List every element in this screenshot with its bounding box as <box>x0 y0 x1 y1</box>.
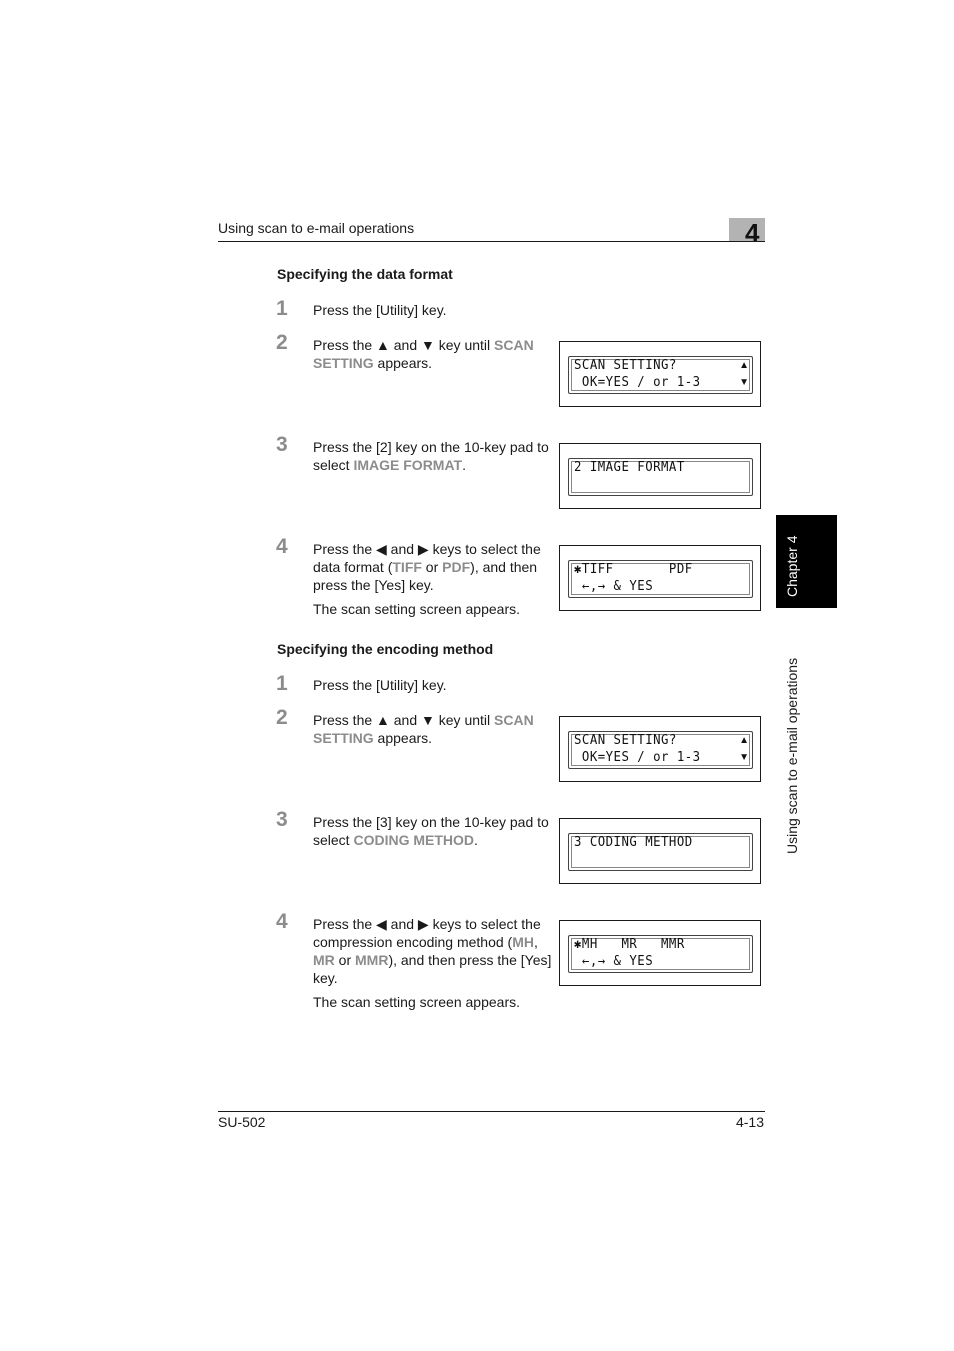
highlight-term: TIFF <box>392 559 422 575</box>
lcd-line-2: ←,→ & YES <box>574 954 654 969</box>
step-text: Press the ◀ and ▶ keys to select the com… <box>313 915 553 987</box>
step-text-part: Press the [Utility] key. <box>313 302 447 318</box>
step-text-part: or <box>421 559 443 575</box>
footer-model: SU-502 <box>218 1114 266 1130</box>
step-text-part: Press the [Utility] key. <box>313 677 447 693</box>
step-number: 1 <box>276 672 288 695</box>
lcd-display: ✱MH MR MMR ←,→ & YES <box>568 935 753 973</box>
step-number: 4 <box>276 910 288 933</box>
lcd-display: SCAN SETTING? OK=YES / or 1-3 ▲ ▼ <box>568 356 753 394</box>
step-text-part: Press the ▲ and ▼ key until <box>313 337 495 353</box>
step-text-part: or <box>334 952 356 968</box>
lcd-line-1: SCAN SETTING? <box>574 358 677 373</box>
step-text-part: . <box>462 457 466 473</box>
lcd-line-1: ✱TIFF PDF <box>574 562 693 577</box>
lcd-panel-tiff-pdf: ✱TIFF PDF ←,→ & YES <box>559 545 761 611</box>
step-result-note: The scan setting screen appears. <box>313 994 521 1010</box>
highlight-term: CODING METHOD <box>353 832 475 848</box>
section-heading-encoding-method: Specifying the encoding method <box>277 641 494 657</box>
section-heading-data-format: Specifying the data format <box>277 266 453 282</box>
lcd-display: 3 CODING METHOD <box>568 833 753 871</box>
step-text-part: appears. <box>373 730 433 746</box>
lcd-panel-coding-method: 3 CODING METHOD <box>559 818 761 884</box>
lcd-line-2: ←,→ & YES <box>574 579 654 594</box>
step-number: 4 <box>276 535 288 558</box>
up-arrow-icon: ▲ <box>739 735 749 746</box>
down-arrow-icon: ▼ <box>739 377 749 388</box>
step-text: Press the [2] key on the 10-key pad to s… <box>313 438 553 474</box>
highlight-term: MH <box>512 934 535 950</box>
step-text: Press the [Utility] key. <box>313 676 553 694</box>
step-text-part: appears. <box>373 355 433 371</box>
step-number: 3 <box>276 433 288 456</box>
side-section-text: Using scan to e-mail operations <box>784 657 800 854</box>
highlight-term: PDF <box>442 559 471 575</box>
lcd-line-1: ✱MH MR MMR <box>574 937 685 952</box>
lcd-panel-scan-setting: SCAN SETTING? OK=YES / or 1-3 ▲ ▼ <box>559 716 761 782</box>
side-chapter-text: Chapter 4 <box>784 535 800 597</box>
lcd-display: ✱TIFF PDF ←,→ & YES <box>568 560 753 598</box>
step-text: Press the [Utility] key. <box>313 301 553 319</box>
step-text-part: Press the ◀ and ▶ keys to select the com… <box>313 916 541 950</box>
step-number: 3 <box>276 808 288 831</box>
chapter-number: 4 <box>745 218 760 248</box>
step-text-part: , <box>534 934 538 950</box>
lcd-panel-image-format: 2 IMAGE FORMAT <box>559 443 761 509</box>
step-text: Press the ▲ and ▼ key until SCAN SETTING… <box>313 711 553 747</box>
step-number: 1 <box>276 297 288 320</box>
step-number: 2 <box>276 706 288 729</box>
step-text-part: . <box>474 832 478 848</box>
up-arrow-icon: ▲ <box>739 360 749 371</box>
lcd-display: SCAN SETTING? OK=YES / or 1-3 ▲ ▼ <box>568 731 753 769</box>
lcd-display: 2 IMAGE FORMAT <box>568 458 753 496</box>
step-text: Press the [3] key on the 10-key pad to s… <box>313 813 553 849</box>
step-text: Press the ▲ and ▼ key until SCAN SETTING… <box>313 336 553 372</box>
running-header-title: Using scan to e-mail operations <box>218 220 415 236</box>
down-arrow-icon: ▼ <box>739 752 749 763</box>
step-text-part: Press the ▲ and ▼ key until <box>313 712 495 728</box>
highlight-term: MMR <box>355 952 389 968</box>
lcd-line-2: OK=YES / or 1-3 <box>574 750 701 765</box>
lcd-line-1: SCAN SETTING? <box>574 733 677 748</box>
side-tab-section-label: Using scan to e-mail operations <box>782 627 806 857</box>
lcd-line-2: OK=YES / or 1-3 <box>574 375 701 390</box>
step-text: Press the ◀ and ▶ keys to select the dat… <box>313 540 553 594</box>
highlight-term: IMAGE FORMAT <box>353 457 463 473</box>
lcd-line-1: 2 IMAGE FORMAT <box>574 460 685 475</box>
highlight-term: MR <box>313 952 335 968</box>
lcd-panel-mh-mr-mmr: ✱MH MR MMR ←,→ & YES <box>559 920 761 986</box>
footer-page-number: 4-13 <box>735 1114 764 1130</box>
lcd-panel-scan-setting: SCAN SETTING? OK=YES / or 1-3 ▲ ▼ <box>559 341 761 407</box>
step-number: 2 <box>276 331 288 354</box>
footer-divider <box>218 1111 765 1112</box>
lcd-line-1: 3 CODING METHOD <box>574 835 693 850</box>
side-tab-chapter-label: Chapter 4 <box>776 515 809 608</box>
step-result-note: The scan setting screen appears. <box>313 601 521 617</box>
header-divider <box>218 241 765 242</box>
